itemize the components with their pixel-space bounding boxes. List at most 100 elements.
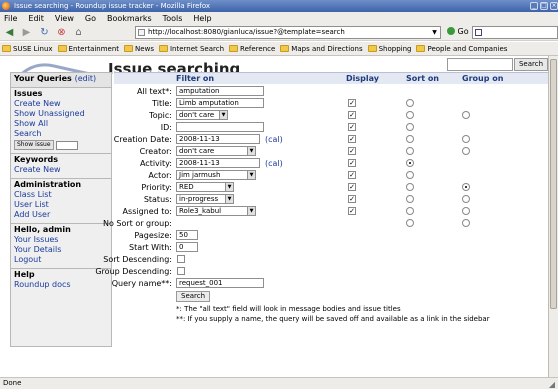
activity-cal-link[interactable]: (cal) — [265, 158, 283, 169]
url-bar[interactable]: http://localhost:8080/gianluca/issue?@te… — [135, 26, 441, 39]
keywords-create-new-link[interactable]: Create New — [14, 165, 108, 175]
start-with-input[interactable]: 0 — [176, 242, 198, 252]
row-status: Status: in-progress ▼ ✓ — [114, 194, 548, 205]
roundup-docs-link[interactable]: Roundup docs — [14, 280, 108, 290]
forward-icon[interactable]: ▶ — [20, 26, 33, 39]
creation-date-cal-link[interactable]: (cal) — [265, 134, 283, 145]
chevron-down-icon: ▼ — [225, 183, 233, 191]
sort-creator-radio[interactable] — [406, 147, 414, 155]
id-input[interactable] — [176, 122, 264, 132]
sort-status-radio[interactable] — [406, 195, 414, 203]
sort-descending-checkbox[interactable] — [177, 255, 185, 263]
group-descending-checkbox[interactable] — [177, 267, 185, 275]
activity-input[interactable]: 2008-11-13 — [176, 158, 260, 168]
go-button[interactable]: Go — [447, 27, 469, 36]
user-list-link[interactable]: User List — [14, 200, 108, 210]
display-actor-checkbox[interactable]: ✓ — [348, 171, 356, 179]
maximize-icon[interactable]: □ — [540, 2, 548, 10]
pagesize-input[interactable]: 50 — [176, 230, 198, 240]
query-name-input[interactable]: request_001 — [176, 278, 264, 288]
bookmark-people[interactable]: People and Companies — [416, 45, 507, 53]
group-creator-radio[interactable] — [462, 147, 470, 155]
add-user-link[interactable]: Add User — [14, 210, 108, 220]
display-status-checkbox[interactable]: ✓ — [348, 195, 356, 203]
home-icon[interactable]: ⌂ — [72, 26, 85, 39]
menu-file[interactable]: File — [4, 14, 17, 23]
class-list-link[interactable]: Class List — [14, 190, 108, 200]
issues-search-link[interactable]: Search — [14, 129, 108, 139]
group-none-radio[interactable] — [462, 219, 470, 227]
sort-activity-radio[interactable] — [406, 159, 414, 167]
issues-show-unassigned-link[interactable]: Show Unassigned — [14, 109, 108, 119]
scrollbar-thumb[interactable] — [550, 59, 557, 309]
page-search-input[interactable] — [447, 58, 513, 71]
sidebar-issues: Issues Create New Show Unassigned Show A… — [11, 88, 111, 154]
display-creation-checkbox[interactable]: ✓ — [348, 135, 356, 143]
menu-go[interactable]: Go — [85, 14, 96, 23]
browser-search-input[interactable] — [472, 26, 558, 39]
show-issue-input[interactable] — [55, 140, 78, 150]
title-input[interactable]: Limb amputation — [176, 98, 264, 108]
chevron-down-icon: ▼ — [225, 195, 233, 203]
creation-date-input[interactable]: 2008-11-13 — [176, 134, 260, 144]
back-icon[interactable]: ◀ — [3, 26, 16, 39]
display-id-checkbox[interactable]: ✓ — [348, 123, 356, 131]
display-priority-checkbox[interactable]: ✓ — [348, 183, 356, 191]
all-text-input[interactable]: amputation — [176, 86, 264, 96]
your-issues-link[interactable]: Your Issues — [14, 235, 108, 245]
actor-select[interactable]: Jim jarmush ▼ — [176, 170, 256, 180]
page-search-button[interactable]: Search — [514, 58, 548, 71]
issues-create-new-link[interactable]: Create New — [14, 99, 108, 109]
group-topic-radio[interactable] — [462, 111, 470, 119]
sort-id-radio[interactable] — [406, 123, 414, 131]
group-assigned-radio[interactable] — [462, 207, 470, 215]
display-topic-checkbox[interactable]: ✓ — [348, 111, 356, 119]
minimize-icon[interactable]: _ — [530, 2, 538, 10]
stop-icon[interactable]: ⊗ — [55, 26, 68, 39]
status-text: Done — [3, 379, 22, 387]
sort-none-radio[interactable] — [406, 219, 414, 227]
bookmark-shopping[interactable]: Shopping — [367, 45, 411, 53]
sort-title-radio[interactable] — [406, 99, 414, 107]
display-activity-checkbox[interactable]: ✓ — [348, 159, 356, 167]
menu-bookmarks[interactable]: Bookmarks — [107, 14, 152, 23]
logout-link[interactable]: Logout — [14, 255, 108, 265]
url-dropdown-icon[interactable]: ▼ — [430, 28, 439, 37]
status-select[interactable]: in-progress ▼ — [176, 194, 234, 204]
show-issue-button[interactable]: Show issue — [14, 140, 54, 150]
your-details-link[interactable]: Your Details — [14, 245, 108, 255]
sort-priority-radio[interactable] — [406, 183, 414, 191]
display-assigned-checkbox[interactable]: ✓ — [348, 207, 356, 215]
bookmark-maps[interactable]: Maps and Directions — [280, 45, 363, 53]
group-status-radio[interactable] — [462, 195, 470, 203]
menu-tools[interactable]: Tools — [163, 14, 183, 23]
menu-view[interactable]: View — [55, 14, 74, 23]
assigned-to-select[interactable]: Role3_kabul ▼ — [176, 206, 256, 216]
reload-icon[interactable]: ↻ — [38, 26, 51, 39]
row-sort-descending: Sort Descending: — [103, 254, 548, 265]
search-button[interactable]: Search — [176, 291, 211, 302]
bookmark-internet-search[interactable]: Internet Search — [158, 45, 224, 53]
display-title-checkbox[interactable]: ✓ — [348, 99, 356, 107]
issues-show-all-link[interactable]: Show All — [14, 119, 108, 129]
menu-edit[interactable]: Edit — [28, 14, 44, 23]
bookmark-news[interactable]: News — [124, 45, 154, 53]
sort-creation-radio[interactable] — [406, 135, 414, 143]
queries-edit-link[interactable]: (edit) — [75, 74, 97, 83]
topic-select[interactable]: don't care ▼ — [176, 110, 228, 120]
group-creation-radio[interactable] — [462, 135, 470, 143]
resize-grip-icon[interactable]: ◢ — [549, 379, 555, 390]
group-priority-radio[interactable] — [462, 183, 470, 191]
bookmark-entertainment[interactable]: Entertainment — [57, 45, 119, 53]
menu-help[interactable]: Help — [193, 14, 211, 23]
bookmark-suse-linux[interactable]: SUSE Linux — [2, 45, 53, 53]
close-icon[interactable]: × — [550, 2, 558, 10]
priority-select[interactable]: RED ▼ — [176, 182, 234, 192]
sort-actor-radio[interactable] — [406, 171, 414, 179]
vertical-scrollbar[interactable] — [548, 56, 558, 377]
creator-select[interactable]: don't care ▼ — [176, 146, 256, 156]
bookmark-reference[interactable]: Reference — [229, 45, 275, 53]
display-creator-checkbox[interactable]: ✓ — [348, 147, 356, 155]
sort-assigned-radio[interactable] — [406, 207, 414, 215]
sort-topic-radio[interactable] — [406, 111, 414, 119]
